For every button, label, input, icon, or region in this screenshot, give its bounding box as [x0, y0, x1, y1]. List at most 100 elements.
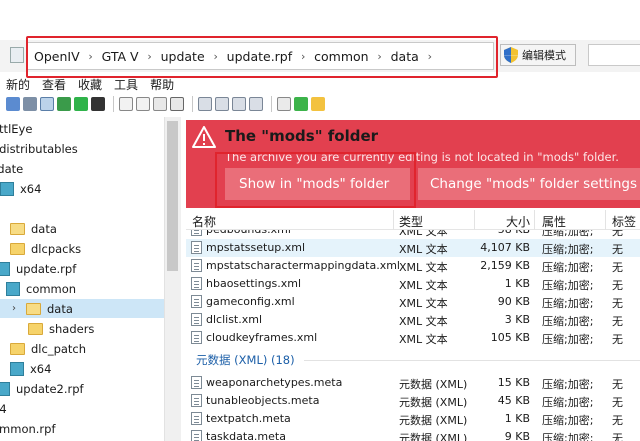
file-name: mpstatscharactermappingdata.xml — [206, 259, 400, 272]
breadcrumb-item[interactable]: common › — [308, 43, 384, 69]
xml-file-icon — [191, 277, 202, 290]
file-row[interactable]: tunableobjects.meta 元数据 (XML) 45 KB 压缩;加密; 无 — [186, 392, 640, 410]
file-name: tunableobjects.meta — [206, 394, 320, 407]
properties-icon[interactable] — [6, 97, 20, 111]
group-header[interactable]: 元数据 (XML) (18) — [196, 352, 295, 368]
rpf-archive-icon — [0, 181, 14, 196]
column-divider[interactable] — [393, 210, 394, 230]
chevron-right-icon[interactable]: › — [298, 50, 308, 63]
rename-icon[interactable] — [277, 97, 291, 111]
menu-item[interactable]: 查看 — [42, 76, 66, 93]
file-row[interactable]: textpatch.meta 元数据 (XML) 1 KB 压缩;加密; 无 — [186, 410, 640, 428]
column-divider[interactable] — [474, 210, 475, 230]
export-icon[interactable] — [249, 97, 263, 111]
import-icon[interactable] — [198, 97, 212, 111]
menu-item[interactable]: 新的 — [6, 76, 30, 93]
tree-item[interactable]: x64 — [10, 359, 51, 378]
tree-item-label: update.rpf — [16, 261, 77, 276]
tree-item[interactable]: ommon.rpf — [0, 419, 56, 438]
tree-item[interactable]: x64 — [0, 179, 41, 198]
file-type: XML 文本 — [399, 243, 448, 256]
column-size[interactable]: 大小 — [506, 213, 530, 230]
change-mods-folder-settings-button[interactable]: Change "mods" folder settings — [418, 168, 640, 200]
breadcrumb-item[interactable]: update › — [155, 43, 221, 69]
edit-mode-button[interactable]: 编辑模式 — [500, 44, 576, 66]
tree-item-label: edistributables — [0, 141, 78, 156]
column-divider[interactable] — [605, 210, 606, 230]
breadcrumb-label: GTA V — [101, 48, 139, 64]
column-attributes[interactable]: 属性 — [542, 213, 566, 230]
tree-item[interactable]: › data — [0, 299, 164, 318]
file-attributes: 压缩;加密; — [542, 279, 594, 292]
text-icon[interactable] — [170, 97, 184, 111]
save-icon[interactable] — [91, 97, 105, 111]
file-row[interactable]: dlclist.xml XML 文本 3 KB 压缩;加密; 无 — [186, 311, 640, 329]
show-in-mods-folder-button[interactable]: Show in "mods" folder — [225, 168, 410, 200]
chevron-right-icon[interactable]: › — [425, 50, 435, 63]
breadcrumb-item[interactable]: GTA V › — [96, 43, 155, 69]
file-attributes: 压缩;加密; — [542, 297, 594, 310]
breadcrumb-label: common — [314, 48, 369, 64]
tree-item[interactable]: update2.rpf — [0, 379, 84, 398]
menu-item[interactable]: 帮助 — [150, 76, 174, 93]
add-icon[interactable] — [294, 97, 308, 111]
file-row[interactable]: taskdata.meta 元数据 (XML) 9 KB 压缩;加密; 无 — [186, 428, 640, 441]
breadcrumb-item[interactable]: OpenIV › — [28, 43, 96, 69]
settings-icon[interactable] — [23, 97, 37, 111]
breadcrumb-item[interactable]: update.rpf › — [221, 43, 309, 69]
chevron-right-icon[interactable]: › — [86, 50, 96, 63]
tree-item[interactable]: 64 — [0, 399, 7, 418]
file-row[interactable]: mpstatscharactermappingdata.xml XML 文本 2,1… — [186, 257, 640, 275]
tree-scrollbar-thumb[interactable] — [167, 121, 178, 271]
replace-icon[interactable] — [215, 97, 229, 111]
file-row[interactable]: mpstatssetup.xml XML 文本 4,107 KB 压缩;加密; 无 — [186, 239, 640, 257]
tree-item[interactable]: dlc_patch — [10, 339, 86, 358]
file-size: 9 KB — [504, 430, 530, 441]
tree-item[interactable]: shaders — [28, 319, 94, 338]
chevron-right-icon[interactable]: › — [375, 50, 385, 63]
file-row[interactable]: gameconfig.xml XML 文本 90 KB 压缩;加密; 无 — [186, 293, 640, 311]
tree-item[interactable]: edistributables — [0, 139, 78, 158]
menu-item[interactable]: 收藏 — [78, 76, 102, 93]
column-tags[interactable]: 标签 — [612, 213, 636, 230]
menu-item[interactable]: 工具 — [114, 76, 138, 93]
breadcrumb-item[interactable]: data › — [385, 43, 435, 69]
new-folder-icon[interactable] — [311, 97, 325, 111]
copy-icon[interactable] — [232, 97, 246, 111]
file-tags: 无 — [612, 230, 623, 238]
file-row[interactable]: hbaosettings.xml XML 文本 1 KB 压缩;加密; 无 — [186, 275, 640, 293]
tree-item[interactable]: update.rpf — [0, 259, 76, 278]
file-row[interactable]: cloudkeyframes.xml XML 文本 105 KB 压缩;加密; 无 — [186, 329, 640, 347]
tree-item-label: pdate — [0, 161, 24, 176]
edit-icon[interactable] — [119, 97, 133, 111]
file-type: 元数据 (XML) — [399, 414, 468, 427]
tree-view-icon[interactable] — [57, 97, 71, 111]
image-icon[interactable] — [153, 97, 167, 111]
file-tags: 无 — [612, 432, 623, 441]
file-tags: 无 — [612, 243, 623, 256]
tree-item[interactable]: data — [10, 219, 57, 238]
chevron-right-icon[interactable]: › — [145, 50, 155, 63]
file-row[interactable]: weaponarchetypes.meta 元数据 (XML) 15 KB 压缩;加密… — [186, 374, 640, 392]
tree-item[interactable]: attlEye — [0, 119, 32, 138]
run-icon[interactable] — [74, 97, 88, 111]
chart-icon[interactable] — [40, 97, 54, 111]
folder-icon — [10, 222, 25, 235]
tree-item[interactable]: pdate — [0, 159, 23, 178]
column-name[interactable]: 名称 — [192, 213, 216, 230]
column-type[interactable]: 类型 — [399, 213, 423, 230]
chevron-right-icon[interactable]: › — [12, 303, 22, 314]
file-attributes: 压缩;加密; — [542, 396, 594, 409]
search-input[interactable] — [588, 44, 640, 66]
tree-item[interactable]: dlcpacks — [10, 239, 81, 258]
file-size: 3 KB — [504, 313, 530, 326]
tree-item[interactable]: common — [6, 279, 76, 298]
column-divider[interactable] — [534, 210, 535, 230]
chevron-right-icon[interactable]: › — [211, 50, 221, 63]
file-row[interactable]: pedbounds.xml XML 文本 58 KB 压缩;加密; 无 — [186, 230, 640, 239]
file-type: XML 文本 — [399, 261, 448, 274]
search-file-icon[interactable] — [136, 97, 150, 111]
toolbar — [0, 94, 640, 114]
breadcrumb[interactable]: OpenIV › GTA V › update › update.rpf › common › da… — [27, 42, 494, 70]
file-list-header: 名称 类型 大小 属性 标签 — [186, 210, 640, 230]
